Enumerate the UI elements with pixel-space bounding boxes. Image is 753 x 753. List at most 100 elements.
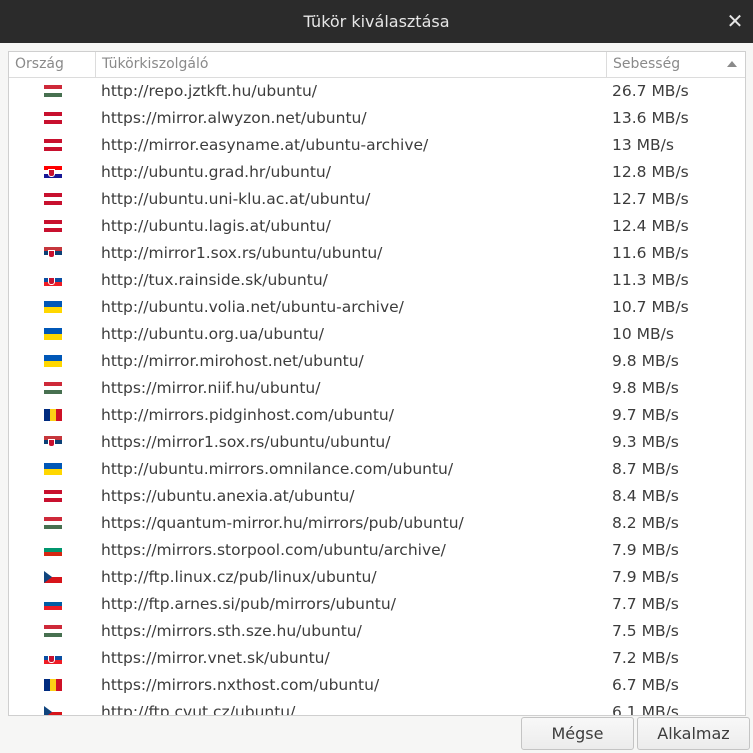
- column-header-mirror[interactable]: Tükörkiszolgáló: [96, 52, 607, 77]
- mirror-speed: 13.6 MB/s: [612, 109, 689, 127]
- flag-hu-icon: [44, 517, 62, 529]
- mirror-speed: 9.8 MB/s: [612, 379, 679, 397]
- mirror-row[interactable]: https://mirrors.nxthost.com/ubuntu/6.7 M…: [9, 672, 745, 699]
- flag-hu-icon: [44, 382, 62, 394]
- mirror-url: http://mirror.mirohost.net/ubuntu/: [101, 352, 364, 370]
- mirror-row[interactable]: https://mirrors.storpool.com/ubuntu/arch…: [9, 537, 745, 564]
- mirror-url: http://repo.jztkft.hu/ubuntu/: [101, 82, 318, 100]
- flag-bg-icon: [44, 544, 62, 556]
- mirror-row[interactable]: http://ubuntu.grad.hr/ubuntu/12.8 MB/s: [9, 159, 745, 186]
- mirror-speed: 11.6 MB/s: [612, 244, 689, 262]
- mirror-speed: 12.7 MB/s: [612, 190, 689, 208]
- flag-rs-icon: [44, 436, 62, 448]
- mirror-url: http://mirror1.sox.rs/ubuntu/ubuntu/: [101, 244, 383, 262]
- mirror-row[interactable]: http://ftp.linux.cz/pub/linux/ubuntu/7.9…: [9, 564, 745, 591]
- mirror-row[interactable]: https://mirror1.sox.rs/ubuntu/ubuntu/9.3…: [9, 429, 745, 456]
- column-header-country[interactable]: Ország: [9, 52, 96, 77]
- mirror-row[interactable]: http://ubuntu.volia.net/ubuntu-archive/1…: [9, 294, 745, 321]
- mirror-row[interactable]: https://mirror.niif.hu/ubuntu/9.8 MB/s: [9, 375, 745, 402]
- mirror-speed: 8.4 MB/s: [612, 487, 679, 505]
- mirror-url: http://ubuntu.lagis.at/ubuntu/: [101, 217, 331, 235]
- mirror-speed: 9.3 MB/s: [612, 433, 679, 451]
- mirror-row[interactable]: http://mirror.mirohost.net/ubuntu/9.8 MB…: [9, 348, 745, 375]
- mirror-row[interactable]: http://mirror1.sox.rs/ubuntu/ubuntu/11.6…: [9, 240, 745, 267]
- flag-hr-icon: [44, 166, 62, 178]
- mirror-url: http://mirrors.pidginhost.com/ubuntu/: [101, 406, 394, 424]
- mirror-url: http://mirror.easyname.at/ubuntu-archive…: [101, 136, 429, 154]
- sort-ascending-icon: [727, 61, 737, 67]
- mirror-speed: 12.8 MB/s: [612, 163, 689, 181]
- mirror-url: https://mirror.vnet.sk/ubuntu/: [101, 649, 330, 667]
- mirror-row[interactable]: http://tux.rainside.sk/ubuntu/11.3 MB/s: [9, 267, 745, 294]
- mirror-speed: 11.3 MB/s: [612, 271, 689, 289]
- flag-ua-icon: [44, 301, 62, 313]
- mirror-row[interactable]: http://ubuntu.uni-klu.ac.at/ubuntu/12.7 …: [9, 186, 745, 213]
- mirror-row[interactable]: https://ubuntu.anexia.at/ubuntu/8.4 MB/s: [9, 483, 745, 510]
- mirror-speed: 9.7 MB/s: [612, 406, 679, 424]
- flag-at-icon: [44, 220, 62, 232]
- mirror-url: http://tux.rainside.sk/ubuntu/: [101, 271, 328, 289]
- mirror-speed: 6.7 MB/s: [612, 676, 679, 694]
- mirror-row[interactable]: http://ubuntu.lagis.at/ubuntu/12.4 MB/s: [9, 213, 745, 240]
- mirror-row[interactable]: http://ftp.cvut.cz/ubuntu/6.1 MB/s: [9, 699, 745, 716]
- close-icon[interactable]: ✕: [723, 9, 747, 33]
- mirror-speed: 10 MB/s: [612, 325, 674, 343]
- flag-at-icon: [44, 193, 62, 205]
- mirror-row[interactable]: http://mirror.easyname.at/ubuntu-archive…: [9, 132, 745, 159]
- mirror-url: https://mirror1.sox.rs/ubuntu/ubuntu/: [101, 433, 391, 451]
- flag-ro-icon: [44, 409, 62, 421]
- mirror-speed: 8.7 MB/s: [612, 460, 679, 478]
- flag-at-icon: [44, 490, 62, 502]
- window-title: Tükör kiválasztása: [303, 12, 450, 31]
- flag-at-icon: [44, 139, 62, 151]
- flag-rs-icon: [44, 247, 62, 259]
- mirror-speed: 8.2 MB/s: [612, 514, 679, 532]
- mirror-url: http://ftp.arnes.si/pub/mirrors/ubuntu/: [101, 595, 396, 613]
- mirror-speed: 7.7 MB/s: [612, 595, 679, 613]
- mirror-list[interactable]: Ország Tükörkiszolgáló Sebesség http://r…: [8, 51, 746, 716]
- mirror-url: http://ubuntu.volia.net/ubuntu-archive/: [101, 298, 404, 316]
- mirror-url: http://ubuntu.uni-klu.ac.at/ubuntu/: [101, 190, 371, 208]
- mirror-speed: 26.7 MB/s: [612, 82, 689, 100]
- apply-button[interactable]: Alkalmaz: [637, 717, 750, 750]
- mirror-speed: 7.2 MB/s: [612, 649, 679, 667]
- mirror-url: https://mirrors.storpool.com/ubuntu/arch…: [101, 541, 446, 559]
- mirror-row[interactable]: https://mirror.alwyzon.net/ubuntu/13.6 M…: [9, 105, 745, 132]
- mirror-url: https://ubuntu.anexia.at/ubuntu/: [101, 487, 355, 505]
- mirror-url: http://ftp.cvut.cz/ubuntu/: [101, 703, 296, 716]
- flag-ua-icon: [44, 463, 62, 475]
- mirror-url: https://quantum-mirror.hu/mirrors/pub/ub…: [101, 514, 464, 532]
- mirror-speed: 6.1 MB/s: [612, 703, 679, 716]
- mirror-row[interactable]: https://mirrors.sth.sze.hu/ubuntu/7.5 MB…: [9, 618, 745, 645]
- mirror-row[interactable]: http://repo.jztkft.hu/ubuntu/26.7 MB/s: [9, 78, 745, 105]
- flag-si-icon: [44, 598, 62, 610]
- mirror-url: https://mirrors.sth.sze.hu/ubuntu/: [101, 622, 362, 640]
- mirror-row[interactable]: http://ftp.arnes.si/pub/mirrors/ubuntu/7…: [9, 591, 745, 618]
- mirror-speed: 9.8 MB/s: [612, 352, 679, 370]
- mirror-speed: 10.7 MB/s: [612, 298, 689, 316]
- mirror-url: https://mirrors.nxthost.com/ubuntu/: [101, 676, 380, 694]
- flag-sk-icon: [44, 652, 62, 664]
- cancel-button[interactable]: Mégse: [521, 717, 634, 750]
- mirror-speed: 7.9 MB/s: [612, 568, 679, 586]
- mirror-rows: http://repo.jztkft.hu/ubuntu/26.7 MB/s ht…: [9, 78, 745, 716]
- flag-sk-icon: [44, 274, 62, 286]
- flag-cz-icon: [44, 706, 62, 715]
- flag-ro-icon: [44, 679, 62, 691]
- flag-at-icon: [44, 112, 62, 124]
- mirror-url: http://ubuntu.grad.hr/ubuntu/: [101, 163, 331, 181]
- flag-ua-icon: [44, 355, 62, 367]
- mirror-row[interactable]: https://quantum-mirror.hu/mirrors/pub/ub…: [9, 510, 745, 537]
- mirror-row[interactable]: http://mirrors.pidginhost.com/ubuntu/9.7…: [9, 402, 745, 429]
- column-header-speed[interactable]: Sebesség: [607, 52, 745, 77]
- mirror-row[interactable]: http://ubuntu.mirrors.omnilance.com/ubun…: [9, 456, 745, 483]
- flag-ua-icon: [44, 328, 62, 340]
- mirror-row[interactable]: http://ubuntu.org.ua/ubuntu/10 MB/s: [9, 321, 745, 348]
- list-header: Ország Tükörkiszolgáló Sebesség: [9, 52, 745, 78]
- mirror-url: https://mirror.alwyzon.net/ubuntu/: [101, 109, 367, 127]
- mirror-speed: 13 MB/s: [612, 136, 674, 154]
- mirror-speed: 7.9 MB/s: [612, 541, 679, 559]
- mirror-row[interactable]: https://mirror.vnet.sk/ubuntu/7.2 MB/s: [9, 645, 745, 672]
- column-header-speed-label: Sebesség: [613, 56, 681, 72]
- mirror-url: http://ftp.linux.cz/pub/linux/ubuntu/: [101, 568, 377, 586]
